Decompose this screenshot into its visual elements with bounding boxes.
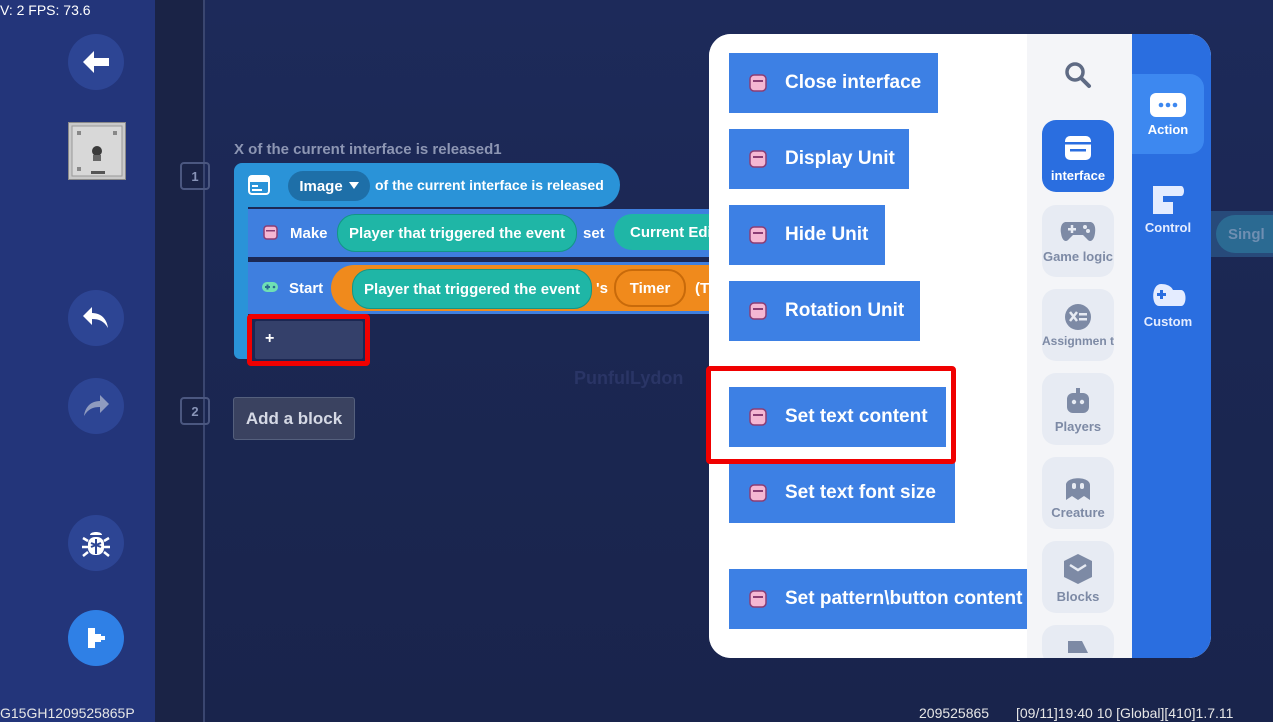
block-label: Hide Unit <box>785 224 869 245</box>
line-number-2: 2 <box>180 397 210 425</box>
event-text: of the current interface is released <box>375 177 604 193</box>
category-more[interactable] <box>1042 625 1114 658</box>
timer-param[interactable]: Timer <box>614 269 686 307</box>
gutter-line <box>203 0 205 722</box>
creature-icon <box>1066 478 1090 500</box>
event-body <box>234 205 248 359</box>
redo-button[interactable] <box>68 378 124 434</box>
category-players[interactable]: Players <box>1042 373 1114 445</box>
tab-custom[interactable]: Custom <box>1132 274 1204 354</box>
custom-icon <box>1153 284 1186 306</box>
category-label: Assignmen t <box>1042 334 1115 348</box>
tab-label: Action <box>1147 122 1189 137</box>
gutter <box>155 0 203 722</box>
footer-info: [09/11]19:40 10 [Global][410]1.7.11 <box>1016 705 1234 721</box>
add-block-button[interactable]: Add a block <box>233 397 355 440</box>
tab-action[interactable]: Action <box>1132 74 1204 154</box>
category-interface[interactable]: interface <box>1042 120 1114 192</box>
device-id: G15GH1209525865P <box>0 705 135 721</box>
chevron-down-icon <box>348 182 359 189</box>
category-label: interface <box>1050 168 1106 183</box>
palette-block-hide-unit[interactable]: Hide Unit <box>729 205 885 265</box>
tab-control[interactable]: Control <box>1132 174 1204 254</box>
interface-icon <box>749 226 767 244</box>
search-icon <box>1065 62 1091 88</box>
palette-block-close-interface[interactable]: Close interface <box>729 53 938 113</box>
interface-icon <box>749 484 767 502</box>
interface-icon <box>749 74 767 92</box>
interface-icon <box>263 225 278 240</box>
palette-block-display-unit[interactable]: Display Unit <box>729 129 909 189</box>
gamepad-icon <box>1060 222 1096 241</box>
interface-icon <box>248 175 270 195</box>
offscreen-param: Singl <box>1216 215 1273 253</box>
cube-icon <box>1064 554 1092 584</box>
tag-icon <box>1068 641 1088 653</box>
category-creature[interactable]: Creature <box>1042 457 1114 529</box>
category-game-logic[interactable]: Game logic <box>1042 205 1114 277</box>
palette-tabs: Action Control Custom <box>1132 34 1211 658</box>
palette-block-list[interactable]: Close interface Display Unit Hide Unit R… <box>709 34 1029 658</box>
event-target-dropdown[interactable]: Image <box>288 171 370 201</box>
category-label: Blocks <box>1056 589 1100 604</box>
assignment-icon <box>1065 304 1091 330</box>
debug-button[interactable] <box>68 515 124 571</box>
palette-block-rotation-unit[interactable]: Rotation Unit <box>729 281 920 341</box>
block-label: Set pattern\button content <box>785 588 1023 609</box>
action-icon <box>1150 93 1186 117</box>
start-label: Start <box>289 280 324 297</box>
interface-icon <box>749 302 767 320</box>
run-button[interactable] <box>68 610 124 666</box>
category-label: Players <box>1054 419 1102 434</box>
fps-readout: V: 2 FPS: 73.6 <box>0 2 91 18</box>
category-blocks[interactable]: Blocks <box>1042 541 1114 613</box>
tab-label: Control <box>1144 220 1192 235</box>
make-property-param[interactable]: Current Edit <box>614 214 724 250</box>
highlight-set-text-content <box>706 366 956 464</box>
play-icon <box>88 628 105 648</box>
interface-icon <box>749 590 767 608</box>
map-preview-icon <box>71 125 123 177</box>
gamepad-icon <box>262 282 278 292</box>
left-sidebar <box>0 0 155 722</box>
arrow-left-icon <box>83 51 109 73</box>
make-set-word: set <box>583 225 605 242</box>
line-number-1: 1 <box>180 162 210 190</box>
ghost-player-name: PunfulLydon <box>574 368 684 388</box>
interface-icon <box>749 150 767 168</box>
category-label: Game logic <box>1042 249 1114 264</box>
map-thumbnail[interactable] <box>68 122 126 180</box>
undo-icon <box>83 307 108 328</box>
highlight-add-slot <box>247 314 370 366</box>
palette-block-set-pattern-button-content[interactable]: Set pattern\button content <box>729 569 1029 629</box>
dropdown-value: Image <box>299 177 343 195</box>
block-label: Display Unit <box>785 148 895 169</box>
start-trail-text: (T <box>695 280 710 297</box>
interface-icon <box>1065 136 1091 160</box>
start-player-param[interactable]: Player that triggered the event <box>352 269 592 309</box>
tab-label: Custom <box>1143 314 1193 329</box>
redo-icon <box>84 395 109 416</box>
block-label: Rotation Unit <box>785 300 905 321</box>
category-assignment[interactable]: Assignmen t <box>1042 289 1114 361</box>
block-label: Set text font size <box>785 482 936 503</box>
undo-button[interactable] <box>68 290 124 346</box>
control-icon <box>1153 186 1184 214</box>
palette-block-set-text-font-size[interactable]: Set text font size <box>729 463 955 523</box>
back-button[interactable] <box>68 34 124 90</box>
make-player-param[interactable]: Player that triggered the event <box>337 214 577 252</box>
search-button[interactable] <box>1063 60 1093 95</box>
player-icon <box>1067 388 1089 413</box>
footer-id: 209525865 <box>919 705 990 721</box>
make-label: Make <box>290 225 328 242</box>
block-label: Close interface <box>785 72 922 93</box>
possessive-text: 's <box>596 280 608 297</box>
bug-icon <box>82 532 110 557</box>
block-palette: Close interface Display Unit Hide Unit R… <box>709 34 1211 658</box>
category-list: interface Game logic Assignmen t Players… <box>1027 34 1132 658</box>
event-title: X of the current interface is released1 <box>234 141 502 158</box>
category-label: Creature <box>1051 505 1105 520</box>
